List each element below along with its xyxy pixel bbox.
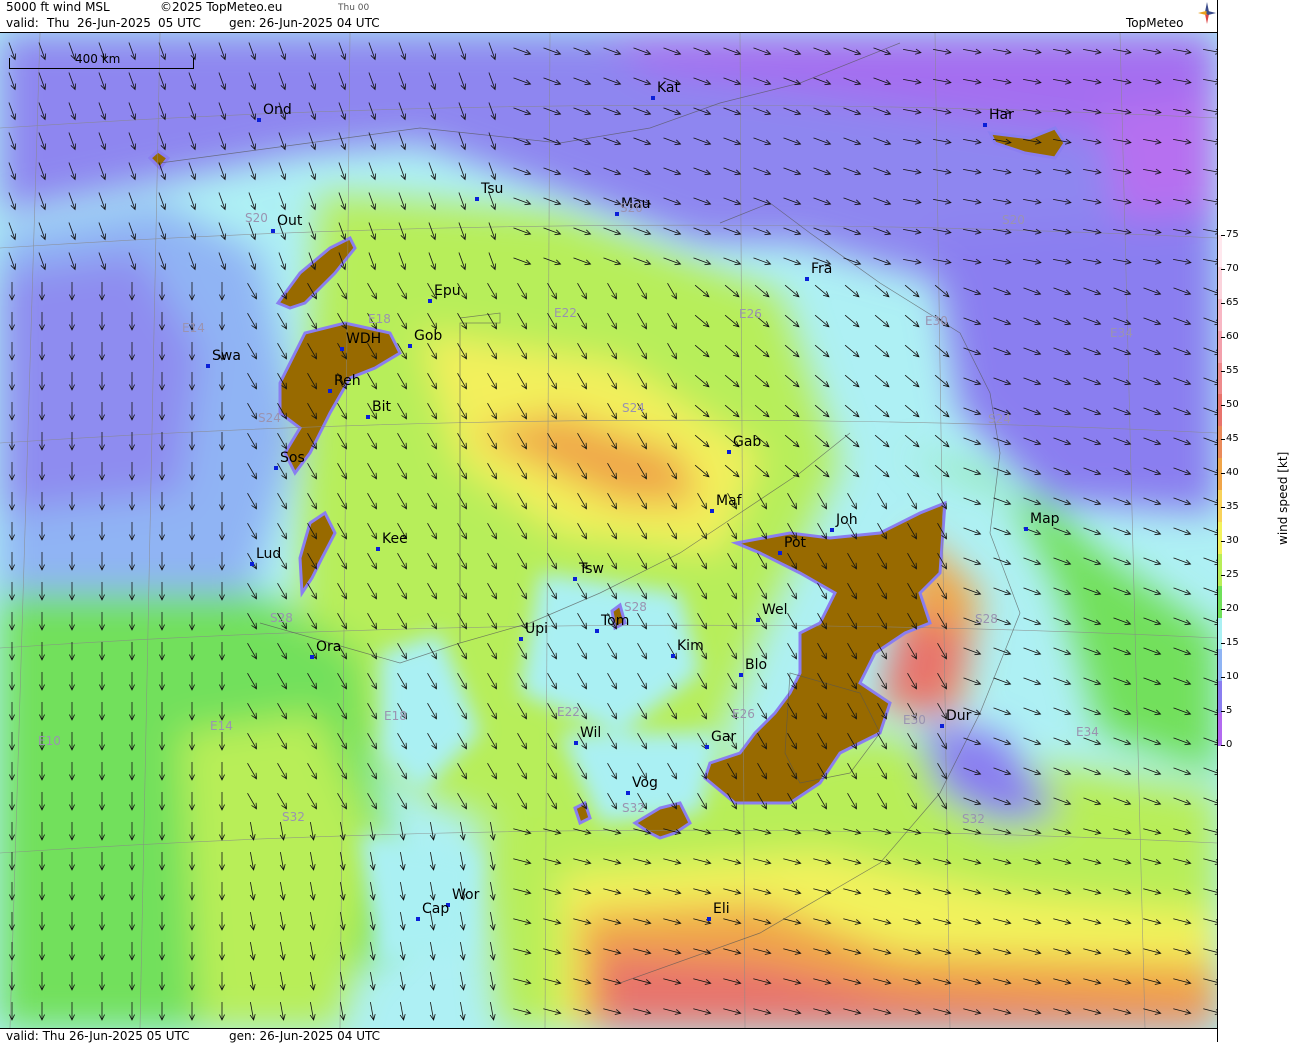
legend-panel: 75 70 65 60 55 50 45 40 35 30 25 20 15 10 5 0 [1217,0,1309,1042]
footer-gen: gen: 26-Jun-2025 04 UTC [229,1029,381,1043]
colorbar-tick-label: 20 [1226,603,1239,614]
colorbar-tick-label: 25 [1226,569,1239,580]
colorbar-tick-mark [1221,711,1225,712]
colorbar-tick-label: 55 [1226,365,1239,376]
topmeteo-logo: TopMeteo [1126,16,1184,30]
colorbar-segment [1218,362,1222,396]
colorbar-tick-mark [1221,269,1225,270]
gen-label: gen: [229,16,256,30]
colorbar-tick-label: 45 [1226,433,1239,444]
colorbar-tick-label: 10 [1226,671,1239,682]
colorbar-segment [1218,330,1222,364]
colorbar-tick-mark [1221,405,1225,406]
wind-map[interactable] [0,33,1217,1028]
colorbar-tick-mark [1221,541,1225,542]
compass-logo-icon [1198,2,1216,24]
valid-date: 26-Jun-2025 [77,16,151,30]
wind-speed-field [0,33,1217,1028]
colorbar-tick-label: 0 [1226,739,1233,750]
gen-value: 26-Jun-2025 04 UTC [259,16,380,30]
colorbar-tick-label: 70 [1226,263,1239,274]
map-footer: valid: Thu 26-Jun-2025 05 UTC gen: 26-Ju… [0,1028,1217,1043]
colorbar-segment [1218,617,1222,651]
copyright: ©2025 TopMeteo.eu [160,0,283,14]
colorbar-tick-label: 30 [1226,535,1239,546]
valid-time: 05 UTC [158,16,201,30]
colorbar-segment [1218,458,1222,491]
map-header: 5000 ft wind MSL ©2025 TopMeteo.eu Thu 0… [0,0,1217,33]
colorbar-tick-mark [1221,643,1225,644]
colorbar-segment [1218,235,1222,268]
colorbar-tick-mark [1221,473,1225,474]
valid-day: Thu [47,16,70,30]
colorbar-tick-mark [1221,575,1225,576]
colorbar-tick-mark [1221,745,1225,746]
colorbar-segment [1218,553,1222,587]
product-title: 5000 ft wind MSL [6,0,110,14]
colorbar-tick-label: 60 [1226,331,1239,342]
colorbar-segment [1218,585,1222,619]
valid-label: valid: [6,16,39,30]
colorbar-tick-mark [1221,677,1225,678]
colorbar-tick-mark [1221,371,1225,372]
colorbar-tick-label: 35 [1226,501,1239,512]
footer-valid: valid: Thu 26-Jun-2025 05 UTC [6,1029,190,1043]
colorbar-tick-mark [1221,439,1225,440]
colorbar-tick-label: 40 [1226,467,1239,478]
colorbar-tick-mark [1221,507,1225,508]
day-label: Thu 00 [338,3,370,13]
scale-bar-label: 400 km [75,52,121,66]
colorbar-tick-label: 65 [1226,297,1239,308]
colorbar-segment [1218,521,1222,555]
colorbar-segment [1218,426,1222,460]
colorbar-segment [1218,266,1222,300]
colorbar-tick-mark [1221,337,1225,338]
colorbar-tick-label: 5 [1226,705,1233,716]
colorbar-tick-mark [1221,235,1225,236]
colorbar-tick-label: 15 [1226,637,1239,648]
colorbar-segment [1218,681,1222,715]
legend-unit: wind speed [kt] [1276,451,1290,545]
colorbar-tick-mark [1221,609,1225,610]
colorbar-tick-mark [1221,303,1225,304]
colorbar-tick-label: 50 [1226,399,1239,410]
colorbar-tick-label: 75 [1226,229,1239,240]
colorbar [1218,235,1222,746]
colorbar-segment [1218,713,1222,746]
colorbar-segment [1218,394,1222,428]
